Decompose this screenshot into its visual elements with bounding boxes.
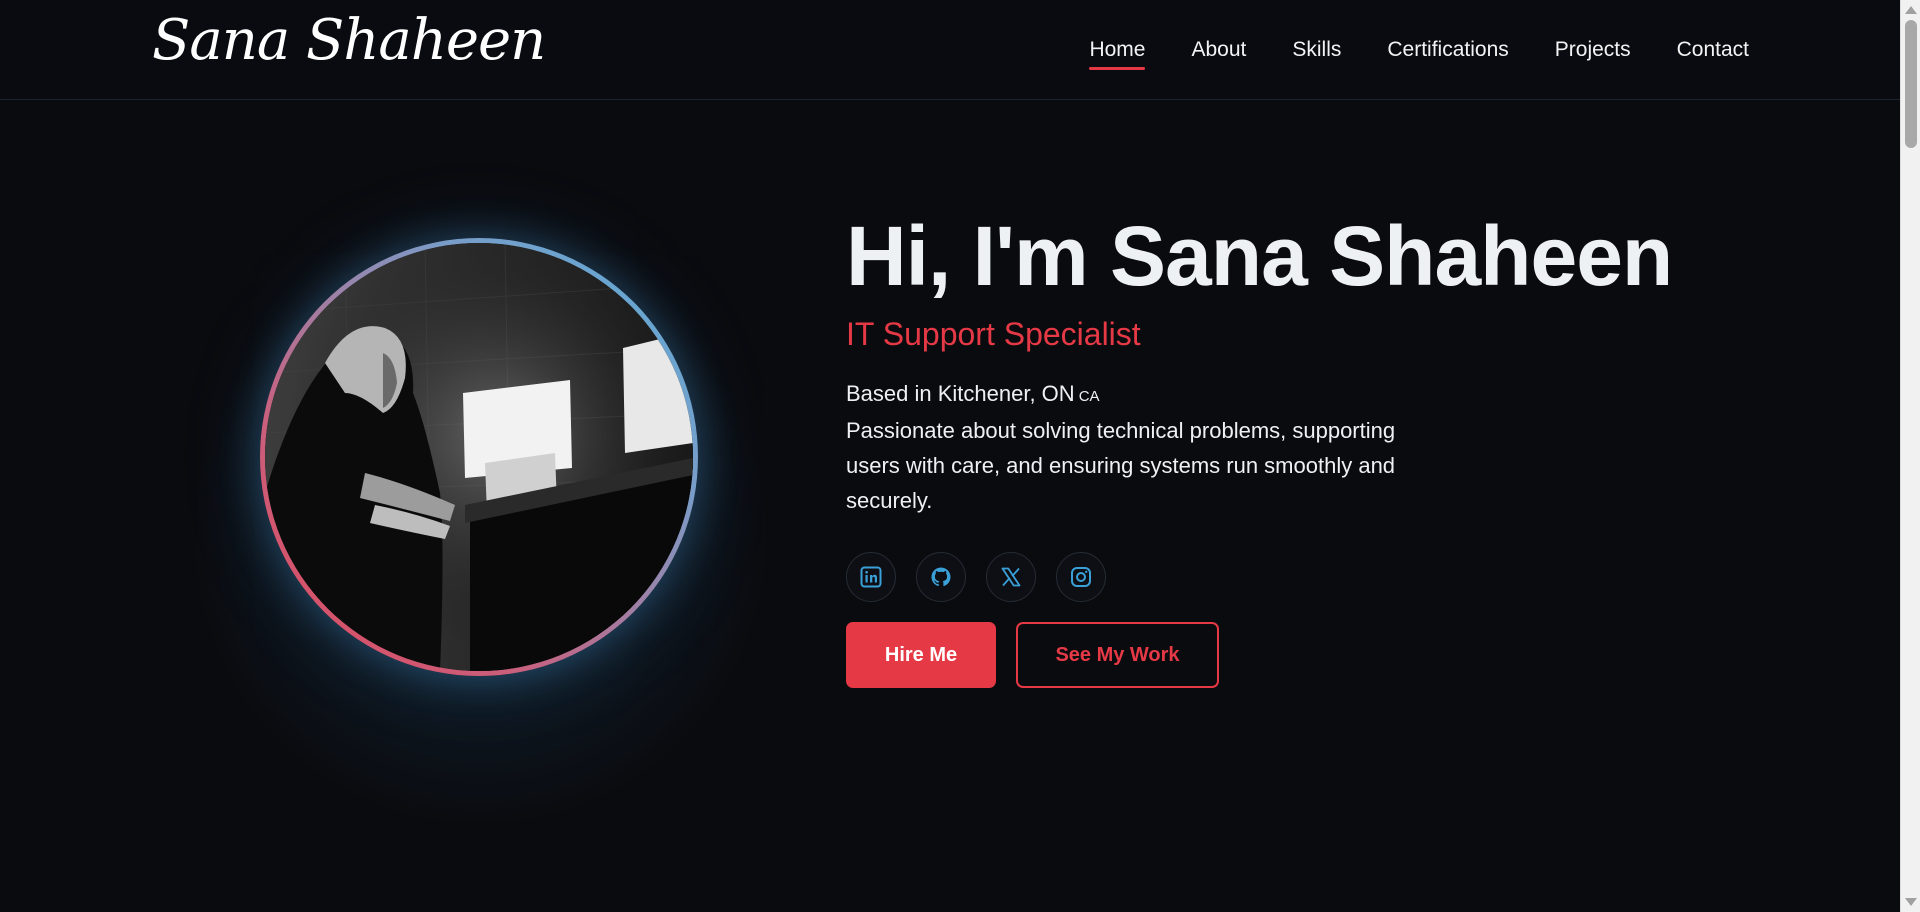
- nav-projects[interactable]: Projects: [1555, 38, 1631, 68]
- hire-me-button[interactable]: Hire Me: [846, 622, 996, 689]
- nav-skills[interactable]: Skills: [1292, 38, 1341, 68]
- hero-location: Based in Kitchener, ON CA: [846, 381, 1746, 407]
- country-code: CA: [1078, 388, 1100, 406]
- scroll-down-arrow[interactable]: [1905, 898, 1917, 906]
- linkedin-icon: [860, 566, 882, 588]
- site-header: Sana Shaheen Home About Skills Certifica…: [0, 0, 1900, 100]
- github-link[interactable]: [916, 552, 966, 603]
- nav-contact[interactable]: Contact: [1677, 38, 1749, 68]
- hero-role: IT Support Specialist: [846, 316, 1141, 353]
- nav-certifications[interactable]: Certifications: [1387, 38, 1508, 68]
- location-text: Based in Kitchener, ON: [846, 381, 1075, 407]
- hero-section: Hi, I'm Sana Shaheen IT Support Speciali…: [0, 100, 1900, 912]
- instagram-link[interactable]: [1056, 552, 1106, 603]
- x-icon: [1001, 567, 1021, 587]
- scroll-up-arrow[interactable]: [1905, 6, 1917, 14]
- scroll-thumb[interactable]: [1905, 20, 1917, 148]
- social-links: [846, 552, 1746, 603]
- portrait-frame: [260, 238, 698, 676]
- nav-home[interactable]: Home: [1089, 38, 1146, 70]
- hero-description: Passionate about solving technical probl…: [846, 418, 1396, 514]
- hero-text: Hi, I'm Sana Shaheen IT Support Speciali…: [846, 209, 1746, 689]
- instagram-icon: [1071, 567, 1091, 588]
- hero-title: Hi, I'm Sana Shaheen: [846, 209, 1673, 303]
- main-nav: Home About Skills Certifications Project…: [1089, 38, 1749, 70]
- see-my-work-button[interactable]: See My Work: [1016, 622, 1219, 689]
- linkedin-link[interactable]: [846, 552, 896, 603]
- scrollbar[interactable]: [1900, 0, 1920, 912]
- page: Sana Shaheen Home About Skills Certifica…: [0, 0, 1920, 912]
- nav-about[interactable]: About: [1191, 38, 1246, 68]
- portrait-photo: [265, 243, 693, 671]
- github-icon: [931, 567, 951, 587]
- hero-buttons: Hire Me See My Work: [846, 622, 1746, 689]
- logo[interactable]: Sana Shaheen: [152, 8, 546, 73]
- x-link[interactable]: [986, 552, 1036, 603]
